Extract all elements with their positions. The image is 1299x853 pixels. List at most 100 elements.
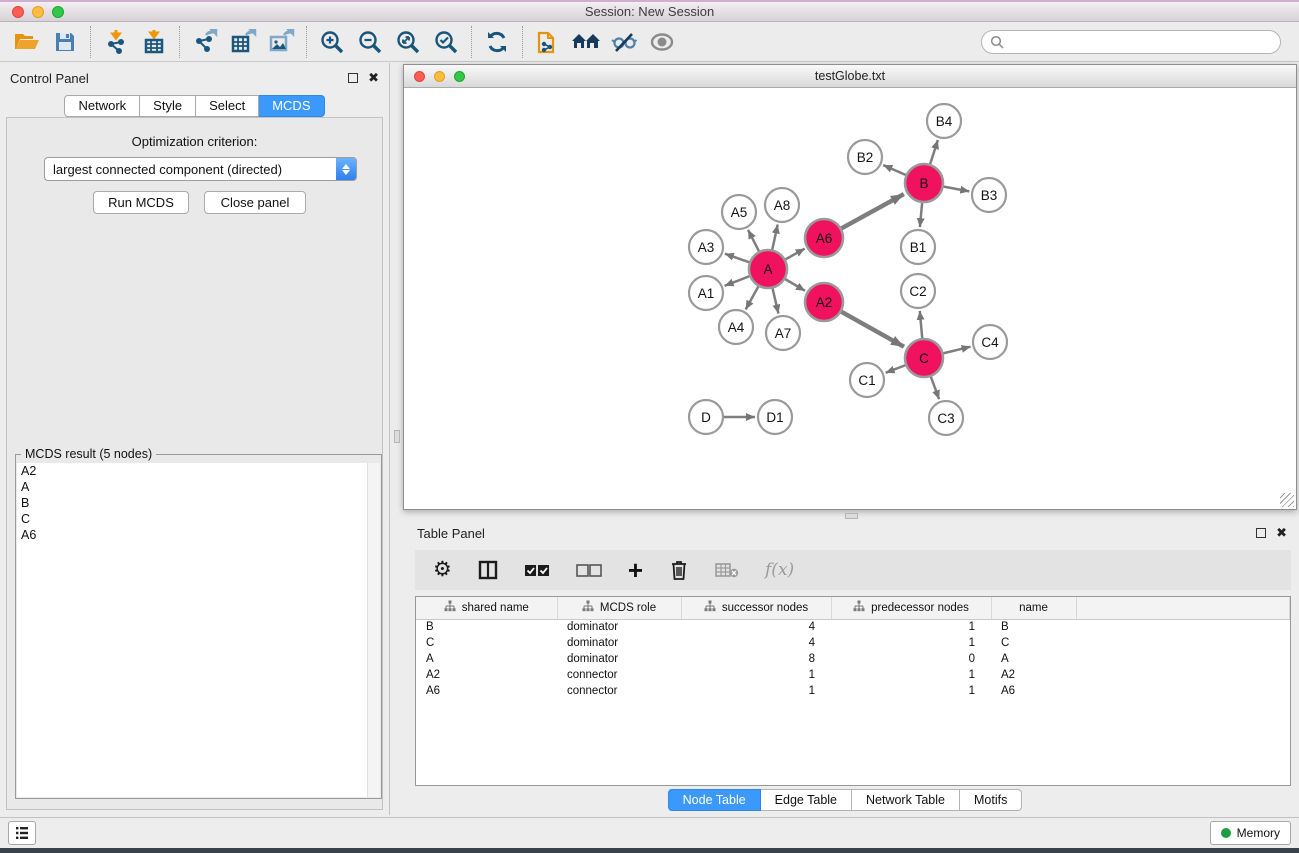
save-session-button[interactable] bbox=[46, 25, 84, 59]
split-divider-handle[interactable] bbox=[394, 430, 400, 443]
edge-B-B1[interactable] bbox=[920, 201, 922, 227]
cell-shared-name[interactable]: A2 bbox=[416, 667, 557, 683]
result-item[interactable]: A2 bbox=[17, 463, 367, 479]
cell-successor-nodes[interactable]: 1 bbox=[681, 667, 831, 683]
table-row[interactable]: Bdominator41B bbox=[416, 619, 1290, 635]
network-graph[interactable]: B4B2BB3A8A5A6A3B1AC2A1A2A4A7C4CC1C3DD1 bbox=[404, 88, 1296, 509]
hide-glasses-button[interactable] bbox=[605, 25, 643, 59]
cell-shared-name[interactable]: A6 bbox=[416, 683, 557, 699]
tab-network[interactable]: Network bbox=[64, 95, 140, 117]
cell-successor-nodes[interactable]: 4 bbox=[681, 619, 831, 635]
add-column-button[interactable]: + bbox=[628, 556, 643, 584]
zoom-selected-button[interactable] bbox=[427, 25, 465, 59]
zoom-fit-button[interactable] bbox=[389, 25, 427, 59]
table-settings-button[interactable]: ⚙ bbox=[433, 556, 452, 584]
cell-predecessor-nodes[interactable]: 1 bbox=[831, 619, 991, 635]
tab-style[interactable]: Style bbox=[140, 95, 196, 117]
cell-successor-nodes[interactable]: 4 bbox=[681, 635, 831, 651]
edge-C-C2[interactable] bbox=[920, 311, 923, 340]
table-row[interactable]: Cdominator41C bbox=[416, 635, 1290, 651]
network-file-button[interactable] bbox=[529, 25, 567, 59]
edge-B-B2[interactable] bbox=[883, 165, 907, 176]
export-network-button[interactable] bbox=[186, 25, 224, 59]
eye-button[interactable] bbox=[643, 25, 681, 59]
table-row[interactable]: Adominator80A bbox=[416, 651, 1290, 667]
result-item[interactable]: A6 bbox=[17, 527, 367, 543]
network-view[interactable]: B4B2BB3A8A5A6A3B1AC2A1A2A4A7C4CC1C3DD1 bbox=[404, 88, 1296, 509]
mcds-result-list[interactable]: A2ABCA6 bbox=[17, 463, 367, 797]
cell-MCDS-role[interactable]: dominator bbox=[557, 635, 681, 651]
refresh-button[interactable] bbox=[478, 25, 516, 59]
delete-column-button[interactable] bbox=[669, 556, 689, 584]
cell-MCDS-role[interactable]: dominator bbox=[557, 619, 681, 635]
network-window-titlebar[interactable]: testGlobe.txt bbox=[404, 65, 1296, 88]
float-table-panel-icon[interactable] bbox=[1256, 528, 1266, 538]
search-field[interactable] bbox=[981, 30, 1281, 54]
deselect-all-button[interactable] bbox=[576, 556, 602, 584]
column-header-MCDS-role[interactable]: MCDS role bbox=[557, 597, 681, 619]
edge-A-A4[interactable] bbox=[746, 285, 760, 310]
function-builder-button[interactable]: f(x) bbox=[765, 556, 794, 584]
run-mcds-button[interactable]: Run MCDS bbox=[93, 191, 189, 214]
column-header-name[interactable]: name bbox=[991, 597, 1076, 619]
column-header-shared-name[interactable]: shared name bbox=[416, 597, 557, 619]
export-image-button[interactable] bbox=[262, 25, 300, 59]
edge-C-C3[interactable] bbox=[930, 375, 939, 399]
result-item[interactable]: A bbox=[17, 479, 367, 495]
cell-name[interactable]: A2 bbox=[991, 667, 1076, 683]
show-columns-button[interactable] bbox=[478, 556, 498, 584]
open-file-button[interactable] bbox=[8, 25, 46, 59]
minimize-window-button[interactable] bbox=[32, 6, 44, 18]
edge-A-A7[interactable] bbox=[772, 287, 778, 314]
edge-C-C1[interactable] bbox=[886, 364, 908, 372]
export-table-button[interactable] bbox=[224, 25, 262, 59]
cell-shared-name[interactable]: A bbox=[416, 651, 557, 667]
zoom-in-button[interactable] bbox=[313, 25, 351, 59]
home-button[interactable] bbox=[567, 25, 605, 59]
cell-name[interactable]: C bbox=[991, 635, 1076, 651]
close-panel-button[interactable]: Close panel bbox=[204, 191, 306, 214]
cell-successor-nodes[interactable]: 1 bbox=[681, 683, 831, 699]
cell-predecessor-nodes[interactable]: 1 bbox=[831, 667, 991, 683]
cell-predecessor-nodes[interactable]: 1 bbox=[831, 635, 991, 651]
close-window-button[interactable] bbox=[12, 6, 24, 18]
cell-MCDS-role[interactable]: connector bbox=[557, 683, 681, 699]
float-panel-icon[interactable] bbox=[348, 73, 358, 83]
zoom-network-button[interactable] bbox=[454, 71, 465, 82]
edge-C-C4[interactable] bbox=[941, 347, 970, 354]
search-input[interactable] bbox=[1010, 35, 1272, 49]
tab-edge-table[interactable]: Edge Table bbox=[761, 789, 852, 811]
cell-name[interactable]: B bbox=[991, 619, 1076, 635]
tab-select[interactable]: Select bbox=[196, 95, 259, 117]
tab-node-table[interactable]: Node Table bbox=[668, 789, 761, 811]
tab-mcds[interactable]: MCDS bbox=[259, 95, 324, 117]
edge-A-A6[interactable] bbox=[784, 249, 805, 261]
edge-A-A8[interactable] bbox=[772, 225, 778, 252]
edge-A-A5[interactable] bbox=[748, 230, 760, 253]
cell-predecessor-nodes[interactable]: 1 bbox=[831, 683, 991, 699]
edge-B-B4[interactable] bbox=[930, 140, 938, 166]
close-panel-icon[interactable]: ✖ bbox=[368, 73, 379, 83]
result-item[interactable]: B bbox=[17, 495, 367, 511]
close-table-panel-icon[interactable]: ✖ bbox=[1276, 528, 1287, 538]
cell-predecessor-nodes[interactable]: 0 bbox=[831, 651, 991, 667]
result-item[interactable]: C bbox=[17, 511, 367, 527]
memory-button[interactable]: Memory bbox=[1210, 821, 1291, 845]
column-header-predecessor-nodes[interactable]: predecessor nodes bbox=[831, 597, 991, 619]
cell-successor-nodes[interactable]: 8 bbox=[681, 651, 831, 667]
tab-network-table[interactable]: Network Table bbox=[852, 789, 960, 811]
cell-name[interactable]: A6 bbox=[991, 683, 1076, 699]
cell-MCDS-role[interactable]: connector bbox=[557, 667, 681, 683]
task-history-button[interactable] bbox=[8, 821, 36, 845]
edge-B-B3[interactable] bbox=[942, 186, 970, 191]
cell-MCDS-role[interactable]: dominator bbox=[557, 651, 681, 667]
select-all-button[interactable] bbox=[524, 556, 550, 584]
zoom-out-button[interactable] bbox=[351, 25, 389, 59]
delete-table-button[interactable] bbox=[715, 556, 739, 584]
edge-A-A2[interactable] bbox=[784, 278, 806, 291]
edge-A-A1[interactable] bbox=[725, 275, 752, 285]
tab-motifs[interactable]: Motifs bbox=[960, 789, 1022, 811]
edge-A6-B[interactable] bbox=[840, 194, 904, 229]
minimize-network-button[interactable] bbox=[434, 71, 445, 82]
cell-shared-name[interactable]: B bbox=[416, 619, 557, 635]
